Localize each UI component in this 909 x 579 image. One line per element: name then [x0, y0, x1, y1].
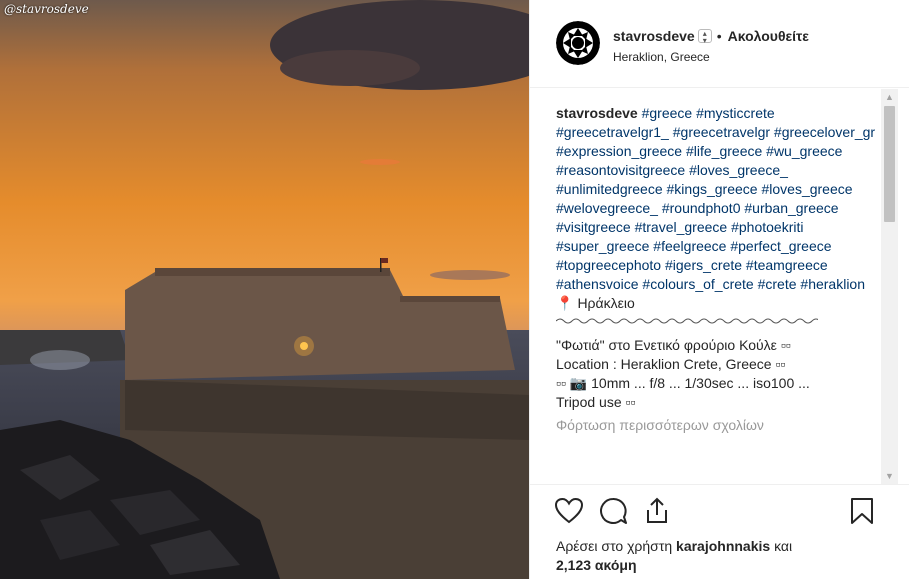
likes-summary: Αρέσει στο χρήστη karajohnnakis και 2,12…: [556, 537, 856, 575]
hashtag-link[interactable]: #visitgreece: [556, 219, 631, 235]
hashtag-link[interactable]: #teamgreece: [746, 257, 828, 273]
hashtag-link[interactable]: #super_greece: [556, 238, 649, 254]
hashtag-link[interactable]: #wu_greece: [766, 143, 842, 159]
hashtag-link[interactable]: #life_greece: [686, 143, 762, 159]
header-user-row: stavrosdeve ▴ ▾ • Ακολουθείτε: [613, 28, 809, 45]
avatar[interactable]: [556, 21, 600, 65]
hashtag-link[interactable]: #welovegreece_: [556, 200, 658, 216]
place-text: Ηράκλειο: [577, 295, 635, 311]
likes-conjunction: και: [774, 538, 793, 554]
action-bar: [554, 496, 672, 526]
caption-area: stavrosdeve #greece #mysticcrete #greece…: [556, 104, 886, 484]
heart-icon[interactable]: [554, 496, 584, 526]
hashtag-link[interactable]: #urban_greece: [744, 200, 838, 216]
photo-watermark: @stavrosdeve: [4, 2, 89, 16]
caption-line: ▫▫ 📷 10mm ... f/8 ... 1/30sec ... iso100…: [556, 375, 810, 391]
hashtag-link[interactable]: #greecetravelgr1_: [556, 124, 669, 140]
following-button[interactable]: Ακολουθείτε: [728, 28, 809, 44]
hashtag-link[interactable]: #loves_greece_: [689, 162, 788, 178]
bookmark-icon[interactable]: [847, 496, 877, 526]
hashtag-link[interactable]: #igers_crete: [665, 257, 742, 273]
liker-username[interactable]: karajohnnakis: [676, 538, 770, 554]
actions-divider: [530, 484, 909, 486]
hashtag-link[interactable]: #roundphot0: [662, 200, 741, 216]
hashtag-link[interactable]: #athensvoice: [556, 276, 639, 292]
caption-line: Location : Heraklion Crete, Greece ▫▫: [556, 356, 786, 372]
hashtag-link[interactable]: #crete: [758, 276, 797, 292]
hashtag-link[interactable]: #loves_greece: [761, 181, 852, 197]
hashtag-link[interactable]: #travel_greece: [635, 219, 728, 235]
hashtag-link[interactable]: #heraklion: [800, 276, 865, 292]
scroll-spinner-icon: ▴ ▾: [697, 29, 712, 45]
hashtag-link[interactable]: #colours_of_crete: [642, 276, 753, 292]
hashtag-link[interactable]: #greece: [642, 105, 693, 121]
comments-scrollbar[interactable]: ▲ ▼: [881, 89, 898, 485]
hashtag-link[interactable]: #topgreecephoto: [556, 257, 661, 273]
post-username[interactable]: stavrosdeve: [613, 28, 695, 44]
wave-divider: [556, 318, 821, 324]
pin-icon: 📍: [556, 295, 574, 311]
load-more-comments-link[interactable]: Φόρτωση περισσότερων σχολίων: [556, 416, 886, 435]
hashtag-link[interactable]: #kings_greece: [667, 181, 758, 197]
comment-icon[interactable]: [598, 496, 628, 526]
hashtag-link[interactable]: #photoekriti: [731, 219, 803, 235]
hashtag-link[interactable]: #reasontovisitgreece: [556, 162, 685, 178]
castle-sunset-image: [0, 0, 529, 579]
hashtag-link[interactable]: #greecelover_gr: [774, 124, 875, 140]
caption-text: stavrosdeve #greece #mysticcrete #greece…: [556, 104, 886, 294]
hashtag-link[interactable]: #feelgreece: [653, 238, 726, 254]
hashtag-link[interactable]: #unlimitedgreece: [556, 181, 663, 197]
caption-line: "Φωτιά" στο Ενετικό φρούριο Κούλε ▫▫: [556, 337, 791, 353]
separator-dot: •: [716, 28, 722, 44]
caption-line: Tripod use ▫▫: [556, 394, 636, 410]
post-side-panel: stavrosdeve ▴ ▾ • Ακολουθείτε Heraklion, …: [529, 0, 909, 579]
likes-prefix: Αρέσει στο χρήστη: [556, 538, 673, 554]
hashtag-link[interactable]: #perfect_greece: [730, 238, 831, 254]
likes-count[interactable]: 2,123 ακόμη: [556, 557, 637, 573]
post-header: stavrosdeve ▴ ▾ • Ακολουθείτε Heraklion, …: [530, 0, 909, 88]
hashtag-link[interactable]: #expression_greece: [556, 143, 682, 159]
caption-username[interactable]: stavrosdeve: [556, 105, 638, 121]
scrollbar-thumb[interactable]: [884, 106, 895, 222]
hashtag-link[interactable]: #greecetravelgr: [673, 124, 770, 140]
camera-aperture-icon: [556, 21, 600, 65]
post-location[interactable]: Heraklion, Greece: [613, 50, 710, 64]
hashtag-link[interactable]: #mysticcrete: [696, 105, 775, 121]
scroll-up-arrow-icon[interactable]: ▲: [881, 89, 898, 106]
caption-place: 📍 Ηράκλειο: [556, 294, 886, 313]
share-icon[interactable]: [642, 496, 672, 526]
scroll-down-arrow-icon[interactable]: ▼: [881, 468, 898, 485]
post-photo[interactable]: @stavrosdeve: [0, 0, 529, 579]
